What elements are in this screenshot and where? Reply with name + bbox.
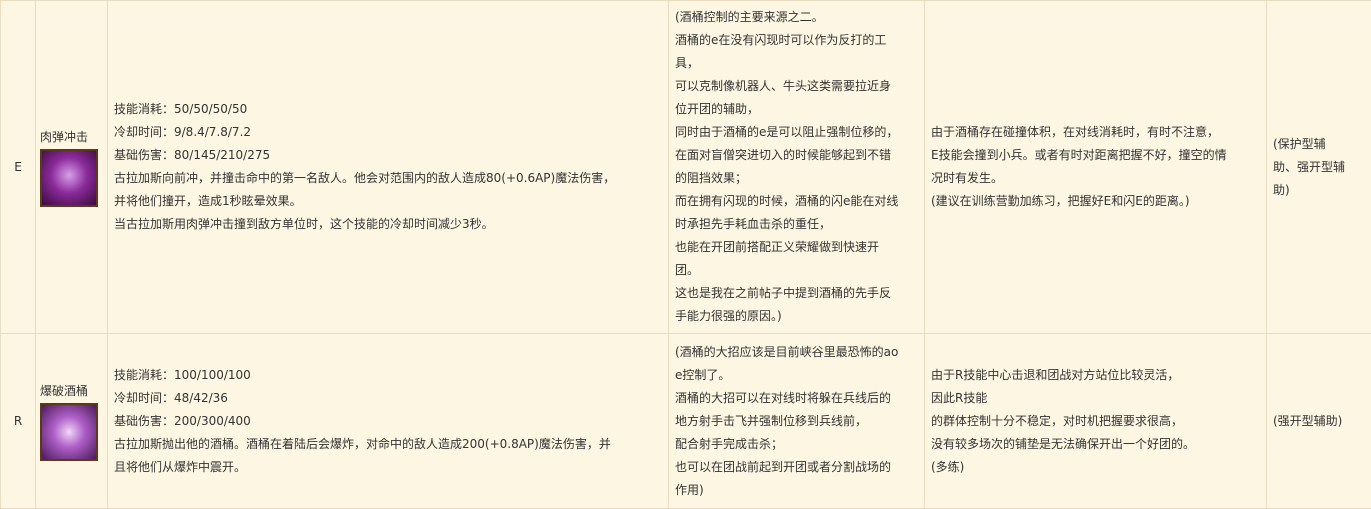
skill-analysis-line: (酒桶控制的主要来源之二。 [675, 6, 918, 29]
skill-analysis-line: 具， [675, 52, 918, 75]
skill-stats-line: 冷却时间：48/42/36 [114, 387, 662, 410]
skill-stats-line: 技能消耗：100/100/100 [114, 364, 662, 387]
skill-notes-line: 况时有发生。 [931, 167, 1260, 190]
skill-analysis-line: 配合射手完成击杀； [675, 433, 918, 456]
skill-key: E [1, 1, 36, 334]
skill-notes-cell: 由于酒桶存在碰撞体积，在对线消耗时，有时不注意，E技能会撞到小兵。或者有时对距离… [925, 1, 1267, 334]
skill-stats-line: 且将他们从爆炸中震开。 [114, 456, 662, 479]
skill-analysis-line: 这也是我在之前帖子中提到酒桶的先手反 [675, 282, 918, 305]
skill-analysis-line: 作用) [675, 479, 918, 502]
skill-analysis-line: 酒桶的大招可以在对线时将躲在兵线后的 [675, 387, 918, 410]
skill-analysis-line: 时承担先手耗血击杀的重任， [675, 213, 918, 236]
skill-notes-line: 因此R技能 [931, 387, 1260, 410]
support-type-line: (保护型辅 [1273, 133, 1365, 156]
skill-table-body: E肉弹冲击技能消耗：50/50/50/50冷却时间：9/8.4/7.8/7.2基… [1, 1, 1371, 509]
skill-stats-line: 基础伤害：80/145/210/275 [114, 144, 662, 167]
skill-analysis-line: e控制了。 [675, 364, 918, 387]
skill-stats-line: 技能消耗：50/50/50/50 [114, 98, 662, 121]
skill-e-icon [40, 149, 98, 207]
skill-stats-line: 冷却时间：9/8.4/7.8/7.2 [114, 121, 662, 144]
skill-notes-cell: 由于R技能中心击退和团战对方站位比较灵活，因此R技能的群体控制十分不稳定，对时机… [925, 334, 1267, 509]
skill-notes-line: 的群体控制十分不稳定，对时机把握要求很高， [931, 410, 1260, 433]
skill-key: R [1, 334, 36, 509]
skill-notes-line: 由于R技能中心击退和团战对方站位比较灵活， [931, 364, 1260, 387]
skill-stats-cell: 技能消耗：100/100/100冷却时间：48/42/36基础伤害：200/30… [108, 334, 669, 509]
skill-notes-line: (建议在训练营勤加练习，把握好E和闪E的距离。) [931, 190, 1260, 213]
skill-analysis-line: 可以克制像机器人、牛头这类需要拉近身 [675, 75, 918, 98]
skill-cell: 爆破酒桶 [36, 334, 108, 509]
skill-analysis-line: 酒桶的e在没有闪现时可以作为反打的工 [675, 29, 918, 52]
skill-name: 爆破酒桶 [40, 381, 103, 401]
skill-stats-line: 古拉加斯向前冲，并撞击命中的第一名敌人。他会对范围内的敌人造成80(+0.6AP… [114, 167, 662, 190]
skill-stats-cell: 技能消耗：50/50/50/50冷却时间：9/8.4/7.8/7.2基础伤害：8… [108, 1, 669, 334]
skill-notes-line: E技能会撞到小兵。或者有时对距离把握不好，撞空的情 [931, 144, 1260, 167]
skill-stats-line: 基础伤害：200/300/400 [114, 410, 662, 433]
skill-stats-line: 并将他们撞开，造成1秒眩晕效果。 [114, 190, 662, 213]
support-type-line: 助) [1273, 179, 1365, 202]
skill-analysis-line: 也能在开团前搭配正义荣耀做到快速开 [675, 236, 918, 259]
support-type-line: 助、强开型辅 [1273, 156, 1365, 179]
skill-analysis-line: 也可以在团战前起到开团或者分割战场的 [675, 456, 918, 479]
skill-row: R爆破酒桶技能消耗：100/100/100冷却时间：48/42/36基础伤害：2… [1, 334, 1371, 509]
skill-analysis-line: 位开团的辅助， [675, 98, 918, 121]
skill-notes-line: 没有较多场次的铺垫是无法确保开出一个好团的。 [931, 433, 1260, 456]
skill-analysis-line: (酒桶的大招应该是目前峡谷里最恐怖的ao [675, 341, 918, 364]
skill-r-icon [40, 403, 98, 461]
skill-analysis-line: 而在拥有闪现的时候，酒桶的闪e能在对线 [675, 190, 918, 213]
skill-analysis-line: 同时由于酒桶的e是可以阻止强制位移的， [675, 121, 918, 144]
skill-stats-line: 当古拉加斯用肉弹冲击撞到敌方单位时，这个技能的冷却时间减少3秒。 [114, 213, 662, 236]
skill-row: E肉弹冲击技能消耗：50/50/50/50冷却时间：9/8.4/7.8/7.2基… [1, 1, 1371, 334]
support-type-cell: (强开型辅助) [1267, 334, 1371, 509]
skill-notes-line: 由于酒桶存在碰撞体积，在对线消耗时，有时不注意， [931, 121, 1260, 144]
skill-analysis-line: 手能力很强的原因。) [675, 305, 918, 328]
skill-table: E肉弹冲击技能消耗：50/50/50/50冷却时间：9/8.4/7.8/7.2基… [0, 0, 1371, 509]
skill-name: 肉弹冲击 [40, 127, 103, 147]
skill-analysis-line: 地方射手击飞并强制位移到兵线前， [675, 410, 918, 433]
skill-analysis-line: 团。 [675, 259, 918, 282]
skill-analysis-cell: (酒桶的大招应该是目前峡谷里最恐怖的aoe控制了。酒桶的大招可以在对线时将躲在兵… [669, 334, 925, 509]
skill-cell: 肉弹冲击 [36, 1, 108, 334]
skill-notes-line: (多练) [931, 456, 1260, 479]
support-type-line: (强开型辅助) [1273, 410, 1365, 433]
skill-analysis-cell: (酒桶控制的主要来源之二。酒桶的e在没有闪现时可以作为反打的工具，可以克制像机器… [669, 1, 925, 334]
support-type-cell: (保护型辅助、强开型辅助) [1267, 1, 1371, 334]
skill-analysis-line: 的阻挡效果； [675, 167, 918, 190]
skill-stats-line: 古拉加斯抛出他的酒桶。酒桶在着陆后会爆炸，对命中的敌人造成200(+0.8AP)… [114, 433, 662, 456]
skill-analysis-line: 在面对盲僧突进切入的时候能够起到不错 [675, 144, 918, 167]
